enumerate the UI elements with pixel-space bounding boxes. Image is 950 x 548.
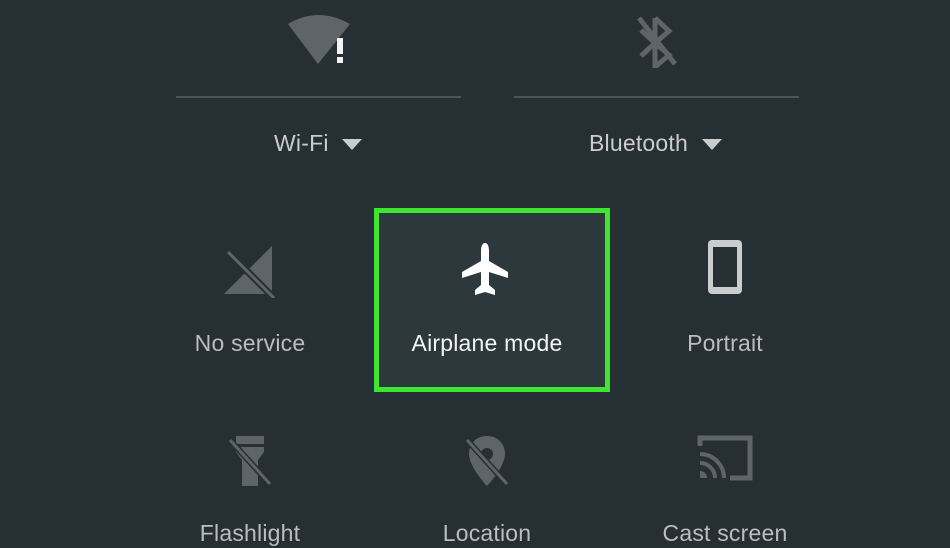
cast-icon xyxy=(697,435,753,481)
flashlight-tile[interactable]: Flashlight xyxy=(160,420,340,548)
wifi-warning-icon[interactable] xyxy=(288,14,354,68)
no-signal-icon xyxy=(224,246,277,298)
flashlight-off-icon xyxy=(227,436,273,487)
cast-screen-tile[interactable]: Cast screen xyxy=(635,420,815,548)
wifi-divider xyxy=(176,96,461,98)
bluetooth-divider xyxy=(514,96,799,98)
portrait-label: Portrait xyxy=(687,330,763,356)
wifi-dropdown-icon[interactable] xyxy=(342,139,362,150)
bluetooth-dropdown-icon[interactable] xyxy=(702,139,722,150)
quick-settings-panel: Wi-Fi Bluetooth No service Airplane mode xyxy=(0,0,950,548)
no-service-tile[interactable]: No service xyxy=(160,220,340,370)
bluetooth-tile[interactable]: Bluetooth xyxy=(514,0,799,175)
bluetooth-label[interactable]: Bluetooth xyxy=(589,130,688,157)
wifi-tile[interactable]: Wi-Fi xyxy=(176,0,461,175)
bluetooth-off-icon[interactable] xyxy=(635,14,679,68)
location-label: Location xyxy=(442,520,532,546)
no-service-label: No service xyxy=(194,330,306,356)
portrait-tile[interactable]: Portrait xyxy=(635,220,815,370)
wifi-label[interactable]: Wi-Fi xyxy=(274,130,329,157)
airplane-mode-label: Airplane mode xyxy=(411,330,563,356)
cast-screen-label: Cast screen xyxy=(662,520,788,546)
phone-portrait-icon xyxy=(708,240,742,294)
location-off-icon xyxy=(464,436,510,487)
airplane-icon xyxy=(462,243,508,295)
flashlight-label: Flashlight xyxy=(199,520,301,546)
airplane-mode-tile[interactable]: Airplane mode xyxy=(379,213,605,387)
location-tile[interactable]: Location xyxy=(397,420,577,548)
